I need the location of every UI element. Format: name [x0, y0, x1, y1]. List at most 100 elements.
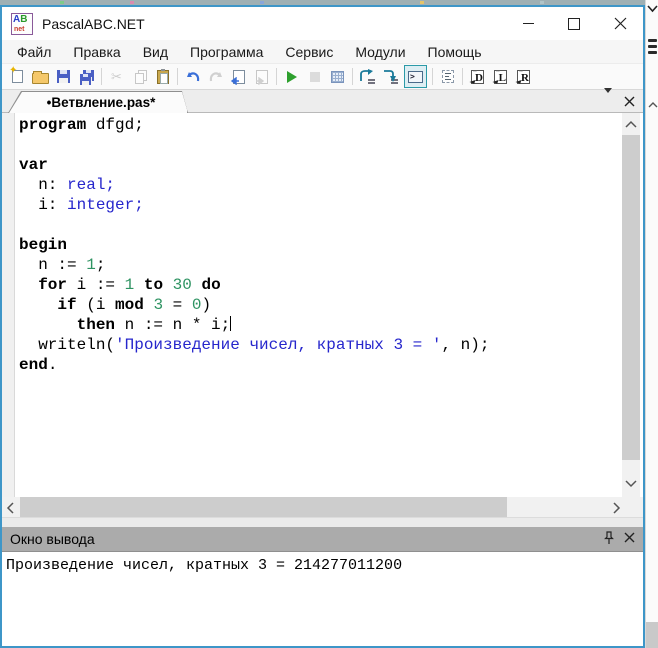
close-icon — [624, 532, 635, 543]
window-l-icon[interactable]: ⁗ L — [489, 65, 512, 88]
step-into-icon[interactable] — [379, 65, 402, 88]
redo-icon[interactable] — [204, 65, 227, 88]
scroll-up-icon[interactable] — [648, 96, 658, 114]
stop-icon[interactable] — [303, 65, 326, 88]
editor-horizontal-scrollbar[interactable] — [2, 497, 643, 517]
menu-item-label: Программа — [190, 43, 264, 60]
scroll-right-icon[interactable] — [612, 501, 621, 519]
chevron-down-icon — [647, 0, 658, 18]
run-icon[interactable] — [280, 65, 303, 88]
pin-icon — [604, 531, 614, 544]
toolbar-separator — [177, 68, 178, 85]
editor-gutter — [2, 113, 15, 497]
toolbar-separator — [432, 68, 433, 85]
nav-back-icon[interactable] — [227, 65, 250, 88]
code-line: for i := 1 to 30 do — [38, 276, 221, 294]
toolbar-separator — [462, 68, 463, 85]
logo-net-text: net — [14, 25, 25, 33]
new-file-icon[interactable]: ✦ — [6, 65, 29, 88]
minimize-button[interactable] — [505, 7, 551, 40]
menu-bar: Файл Правка Вид Программа Сервис Модули Помощь — [2, 40, 643, 63]
open-file-icon[interactable] — [29, 65, 52, 88]
background-speck — [540, 1, 544, 4]
step-over-icon[interactable] — [356, 65, 379, 88]
toolbar-separator — [101, 68, 102, 85]
menu-item-label: Вид — [142, 43, 169, 60]
output-text: Произведение чисел, кратных 3 = 21427701… — [6, 557, 403, 574]
panel-splitter[interactable] — [2, 517, 643, 527]
pascalabc-logo-icon: AB net — [11, 12, 33, 35]
menu-item[interactable]: Модули — [344, 40, 416, 63]
save-icon[interactable] — [52, 65, 75, 88]
undo-icon[interactable] — [181, 65, 204, 88]
toolbar-separator — [352, 68, 353, 85]
code-line: var — [19, 156, 48, 174]
tab-close-button[interactable] — [624, 96, 635, 107]
console-toggle-icon[interactable]: > — [402, 63, 429, 90]
menu-item-label: Правка — [73, 43, 121, 60]
close-icon — [614, 17, 626, 30]
code-line: writeln('Произведение чисел, кратных 3 =… — [19, 336, 490, 354]
background-speck — [420, 1, 424, 4]
background-speck — [260, 1, 264, 4]
code-editor[interactable]: program dfgd; var n: real; i: integer; beg… — [2, 113, 643, 497]
text-caret — [230, 316, 232, 331]
window-r-icon[interactable]: ⁗ R — [512, 65, 535, 88]
maximize-icon — [568, 17, 580, 30]
tab-active[interactable]: •Ветвление.pas* — [8, 91, 188, 113]
output-panel-title: Окно вывода — [10, 531, 95, 547]
menu-item[interactable]: Сервис — [274, 40, 344, 63]
maximize-button[interactable] — [551, 7, 597, 40]
tab-bar: •Ветвление.pas* — [2, 87, 643, 113]
title-bar: AB net PascalABC.NET — [2, 7, 643, 40]
output-close-button[interactable] — [624, 532, 635, 543]
pin-button[interactable] — [603, 531, 615, 550]
panel-toggle-icon[interactable] — [436, 65, 459, 88]
screen: AB net PascalABC.NET Файл Правка Вид Програ… — [0, 0, 658, 648]
menu-item[interactable]: Файл — [6, 40, 62, 63]
cut-icon[interactable]: ✂ — [105, 65, 128, 88]
background-speck — [130, 1, 134, 4]
menu-item[interactable]: Правка — [62, 40, 131, 63]
code-line: i: integer; — [19, 196, 144, 214]
horizontal-scrollbar-thumb[interactable] — [20, 497, 507, 517]
save-all-icon[interactable] — [75, 65, 98, 88]
close-icon — [624, 96, 635, 107]
code-lines: program dfgd; var n: real; i: integer; beg… — [19, 115, 603, 375]
console-toggle-selected-frame: > — [404, 65, 427, 88]
letter-d-glyph: D — [475, 71, 483, 84]
code-line: if (i mod 3 = 0) — [57, 296, 212, 314]
code-line: n: real; — [19, 176, 116, 194]
output-panel-body: Произведение чисел, кратных 3 = 21427701… — [2, 551, 643, 646]
minimize-icon — [522, 23, 534, 24]
copy-icon[interactable] — [128, 65, 151, 88]
menu-item[interactable]: Программа — [179, 40, 274, 63]
scroll-left-icon[interactable] — [6, 501, 15, 519]
background-scrollbar-thumb — [646, 622, 658, 648]
menu-item-label: Помощь — [427, 43, 482, 60]
format-code-icon[interactable] — [326, 65, 349, 88]
toolbar-separator — [276, 68, 277, 85]
paste-icon[interactable] — [151, 65, 174, 88]
code-line: end. — [19, 356, 58, 374]
background-window-edge — [645, 0, 658, 648]
scroll-down-icon[interactable] — [625, 475, 637, 493]
editor-vertical-scrollbar[interactable] — [622, 113, 640, 497]
scroll-up-icon[interactable] — [625, 116, 637, 134]
nav-forward-icon[interactable] — [250, 65, 273, 88]
window-title: PascalABC.NET — [42, 15, 145, 32]
menu-item-label: Сервис — [285, 43, 334, 60]
menu-item-label: Модули — [355, 43, 406, 60]
menu-item[interactable]: Вид — [132, 40, 179, 63]
background-speck — [60, 1, 64, 4]
menu-item[interactable]: Помощь — [417, 40, 493, 63]
window-d-icon[interactable]: ⁗ D — [466, 65, 489, 88]
close-button[interactable] — [597, 7, 643, 40]
menu-item-label: Файл — [17, 43, 52, 60]
logo-letter-b: B — [20, 13, 28, 25]
letter-l-glyph: L — [498, 71, 506, 84]
tab-list-dropdown[interactable] — [604, 87, 612, 111]
vertical-scrollbar-thumb[interactable] — [622, 135, 640, 460]
